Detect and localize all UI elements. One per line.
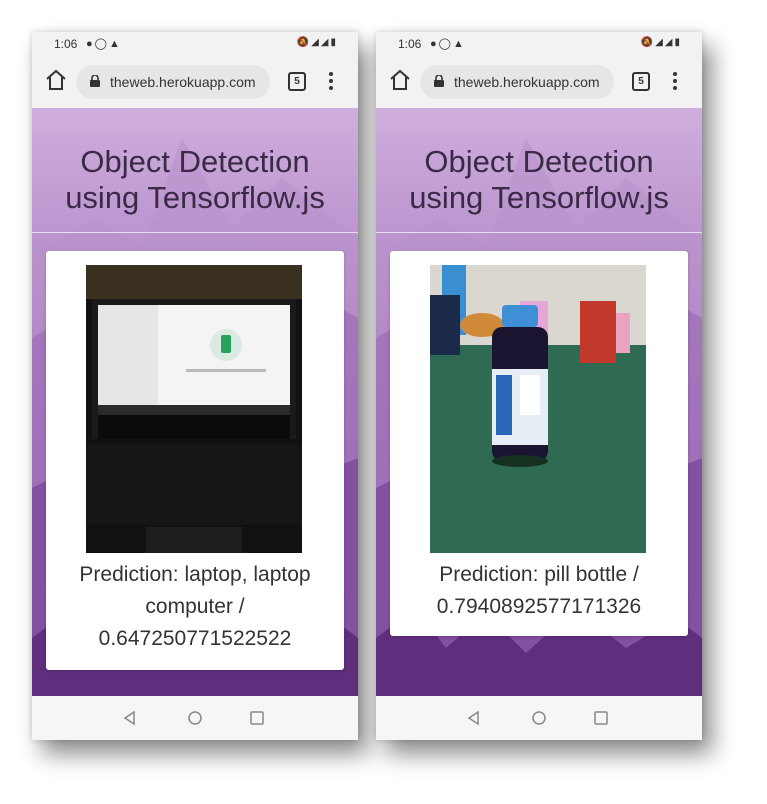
home-icon[interactable] bbox=[388, 68, 412, 92]
status-time: 1:06 bbox=[54, 37, 78, 51]
mute-icon: 🔕 bbox=[296, 37, 312, 48]
system-icons: 🔕◢◢▮ bbox=[297, 37, 338, 48]
chat-bubble-icon: ● bbox=[430, 38, 439, 50]
prediction-card: Prediction: pill bottle / 0.794089257717… bbox=[390, 251, 688, 636]
mute-icon: 🔕 bbox=[640, 37, 656, 48]
triangle-back-icon[interactable] bbox=[122, 710, 138, 726]
more-menu-icon[interactable] bbox=[328, 70, 334, 92]
lock-icon bbox=[434, 75, 444, 87]
signal-icon: ◢ bbox=[311, 37, 321, 48]
notification-icons: ●◯▲ bbox=[86, 37, 122, 50]
web-page: Object Detection using Tensorflow.js Pre… bbox=[32, 108, 358, 696]
browser-toolbar: theweb.herokuapp.com 5 bbox=[376, 56, 702, 109]
page-title: Object Detection using Tensorflow.js bbox=[409, 144, 669, 215]
more-menu-icon[interactable] bbox=[672, 70, 678, 92]
home-icon[interactable] bbox=[44, 68, 68, 92]
url-text: theweb.herokuapp.com bbox=[454, 74, 600, 90]
tab-switcher-button[interactable]: 5 bbox=[288, 72, 306, 91]
prediction-text: Prediction: pill bottle / 0.794089257717… bbox=[436, 563, 642, 618]
chat-bubble-icon: ● bbox=[86, 38, 95, 50]
url-text: theweb.herokuapp.com bbox=[110, 74, 256, 90]
whatsapp-icon: ◯ bbox=[438, 38, 453, 50]
signal-icon: ◢ bbox=[655, 37, 665, 48]
drive-icon: ▲ bbox=[452, 38, 466, 50]
title-divider bbox=[376, 232, 702, 233]
phone-screen-right: 1:06 ●◯▲ 🔕◢◢▮ theweb.herokuapp.com 5 Obj… bbox=[376, 32, 702, 740]
prediction-card: Prediction: laptop, laptop computer / 0.… bbox=[46, 251, 344, 670]
triangle-back-icon[interactable] bbox=[466, 710, 482, 726]
android-nav-bar bbox=[376, 696, 702, 740]
title-divider bbox=[32, 232, 358, 233]
notification-icons: ●◯▲ bbox=[430, 37, 466, 50]
circle-home-icon[interactable] bbox=[531, 710, 547, 726]
page-title: Object Detection using Tensorflow.js bbox=[65, 144, 325, 215]
browser-toolbar: theweb.herokuapp.com 5 bbox=[32, 56, 358, 109]
web-page: Object Detection using Tensorflow.js Pre… bbox=[376, 108, 702, 696]
address-bar[interactable]: theweb.herokuapp.com bbox=[420, 65, 614, 99]
status-bar: 1:06 ●◯▲ 🔕◢◢▮ bbox=[376, 32, 702, 56]
pill-bottle-photo bbox=[430, 265, 646, 553]
status-time: 1:06 bbox=[398, 37, 422, 51]
square-recent-icon[interactable] bbox=[249, 710, 265, 726]
status-bar: 1:06 ●◯▲ 🔕◢◢▮ bbox=[32, 32, 358, 56]
prediction-text: Prediction: laptop, laptop computer / 0.… bbox=[79, 563, 311, 650]
drive-icon: ▲ bbox=[108, 38, 122, 50]
square-recent-icon[interactable] bbox=[593, 710, 609, 726]
android-nav-bar bbox=[32, 696, 358, 740]
battery-icon: ▮ bbox=[674, 37, 682, 48]
address-bar[interactable]: theweb.herokuapp.com bbox=[76, 65, 270, 99]
whatsapp-icon: ◯ bbox=[94, 38, 109, 50]
circle-home-icon[interactable] bbox=[187, 710, 203, 726]
system-icons: 🔕◢◢▮ bbox=[641, 37, 682, 48]
phone-screen-left: 1:06 ●◯▲ 🔕◢◢▮ theweb.herokuapp.com 5 Obj… bbox=[32, 32, 358, 740]
lock-icon bbox=[90, 75, 100, 87]
battery-icon: ▮ bbox=[330, 37, 338, 48]
laptop-photo bbox=[86, 265, 302, 553]
tab-switcher-button[interactable]: 5 bbox=[632, 72, 650, 91]
